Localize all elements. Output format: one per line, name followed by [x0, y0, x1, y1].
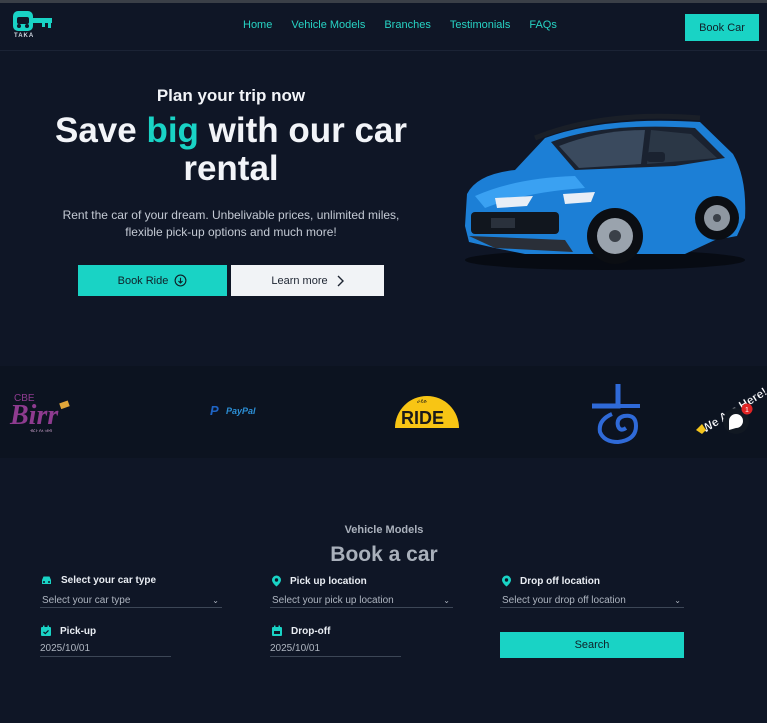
ride-small-text: ራይድ [417, 399, 428, 405]
section-title: Book a car [330, 543, 438, 566]
ride-logo: ራይድ RIDE [395, 396, 459, 428]
blue-suv-image [465, 113, 746, 270]
paypal-logo: P PayPal [210, 403, 256, 418]
dropoff-date-label: Drop-off [271, 625, 330, 637]
dropoff-location-label: Drop off location [501, 575, 600, 587]
chat-widget-button[interactable]: We Are Here! 1 [692, 384, 767, 444]
nav-testimonials[interactable]: Testimonials [450, 19, 511, 31]
cbe-small-text: ብርን ያለ ገደብ [30, 428, 52, 433]
learn-more-button[interactable]: Learn more [231, 265, 384, 296]
car-icon [42, 576, 51, 584]
car-key-logo-icon[interactable] [12, 9, 56, 45]
nav-faqs[interactable]: FAQs [529, 19, 557, 31]
hero-title: Save big with our car rental [50, 112, 412, 188]
search-button[interactable]: Search [500, 632, 684, 658]
chevron-down-icon: ⌄ [674, 596, 681, 605]
hero-title-part2: with our car rental [183, 111, 408, 188]
pickup-location-label: Pick up location [271, 575, 367, 587]
arrow-down-circle-icon [174, 274, 187, 287]
pickup-date-label: Pick-up [40, 625, 96, 637]
book-ride-label: Book Ride [117, 274, 169, 287]
ride-text: RIDE [401, 408, 444, 428]
paypal-text: PayPal [226, 406, 256, 416]
pickup-date-input[interactable]: 2025/10/01 [40, 643, 171, 657]
hero-subtitle: Plan your trip now [156, 86, 306, 105]
hero-title-part1: Save [54, 111, 147, 150]
cbe-birr-logo: CBE Birr ብርን ያለ ገደብ [9, 393, 70, 433]
dropoff-location-label-text: Drop off location [520, 575, 600, 587]
dropoff-date-input[interactable]: 2025/10/01 [270, 643, 401, 657]
location-pin-icon [502, 575, 511, 587]
payment-partners-strip: CBE Birr ብርን ያለ ገደብ P PayPal ራይድ RIDE [0, 366, 767, 458]
cbe-main-text: Birr [9, 400, 59, 431]
book-car-button[interactable]: Book Car [685, 14, 759, 41]
chevron-down-icon: ⌄ [212, 596, 219, 605]
car-type-label: Select your car type [40, 575, 156, 586]
dropoff-location-select[interactable]: Select your drop off location ⌄ [500, 594, 684, 608]
dropoff-location-placeholder: Select your drop off location [502, 595, 626, 606]
book-ride-button[interactable]: Book Ride [78, 265, 227, 296]
car-type-placeholder: Select your car type [42, 595, 131, 606]
main-menu: Home Vehicle Models Branches Testimonial… [243, 19, 576, 31]
nav-vehicle-models[interactable]: Vehicle Models [291, 19, 365, 31]
hero-title-accent: big [146, 111, 199, 150]
chat-unread-count: 1 [745, 407, 749, 414]
chevron-down-icon: ⌄ [443, 596, 450, 605]
hero-description: Rent the car of your dream. Unbelivable … [62, 208, 400, 239]
svg-text:P: P [210, 403, 219, 418]
pickup-location-placeholder: Select your pick up location [272, 595, 394, 606]
blue-swirl-logo [592, 384, 640, 444]
pickup-location-label-text: Pick up location [290, 575, 367, 587]
nav-home[interactable]: Home [243, 19, 272, 31]
dropoff-date-label-text: Drop-off [291, 625, 331, 637]
calendar-check-icon [41, 625, 51, 636]
section-label: Vehicle Models [344, 524, 424, 536]
calendar-icon [272, 625, 282, 636]
chevron-right-icon [337, 275, 344, 286]
top-navbar: TAKA Home Vehicle Models Branches Testim… [0, 3, 767, 51]
car-type-label-text: Select your car type [61, 575, 157, 586]
car-type-select[interactable]: Select your car type ⌄ [40, 594, 222, 608]
pickup-date-label-text: Pick-up [60, 625, 97, 637]
location-pin-icon [272, 575, 281, 587]
logo-text: TAKA [14, 33, 35, 39]
pickup-location-select[interactable]: Select your pick up location ⌄ [270, 594, 453, 608]
nav-branches[interactable]: Branches [384, 19, 430, 31]
learn-more-label: Learn more [271, 274, 328, 287]
